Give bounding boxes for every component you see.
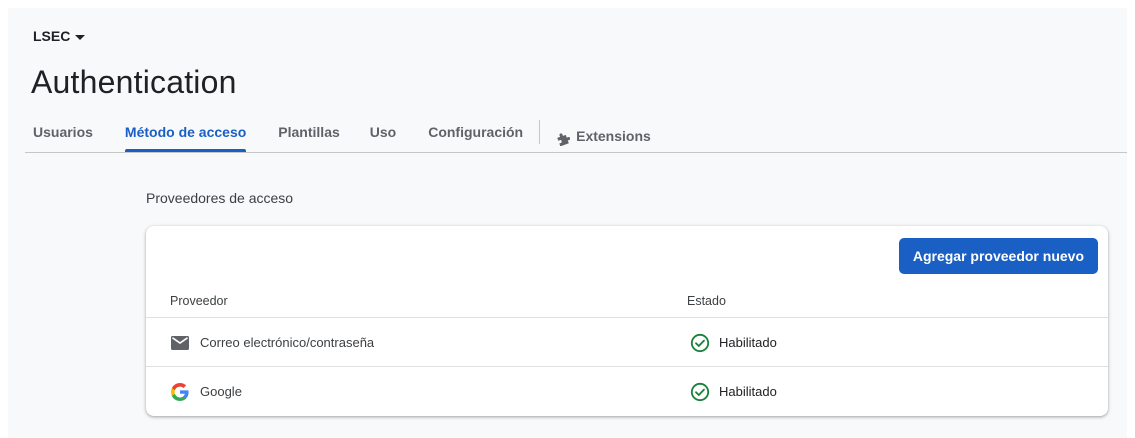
status-text: Habilitado: [719, 335, 777, 350]
status-cell: Habilitado: [690, 318, 777, 367]
providers-card: Agregar proveedor nuevo Proveedor Estado…: [146, 226, 1108, 416]
tab-settings[interactable]: Configuración: [428, 120, 523, 152]
add-provider-button[interactable]: Agregar proveedor nuevo: [898, 238, 1098, 274]
tab-sign-in-method[interactable]: Método de acceso: [124, 120, 247, 152]
column-header-provider: Proveedor: [170, 294, 228, 308]
provider-cell: Correo electrónico/contraseña: [170, 318, 374, 367]
tab-templates[interactable]: Plantillas: [278, 120, 339, 152]
google-icon: [170, 382, 190, 402]
project-name: LSEC: [33, 28, 71, 44]
section-title: Proveedores de acceso: [146, 190, 294, 206]
tab-users[interactable]: Usuarios: [33, 120, 93, 152]
status-text: Habilitado: [719, 384, 777, 399]
provider-name: Google: [200, 384, 242, 399]
project-selector[interactable]: LSEC: [33, 28, 86, 44]
tab-extensions[interactable]: Extensions: [556, 120, 651, 152]
tab-extensions-label: Extensions: [576, 128, 651, 144]
provider-row-google[interactable]: Google Habilitado: [146, 366, 1108, 415]
tab-bar-divider: [25, 152, 1127, 153]
check-circle-icon: [690, 382, 710, 402]
tab-bar: Usuarios Método de acceso Plantillas Uso…: [33, 120, 651, 152]
check-circle-icon: [690, 333, 710, 353]
puzzle-icon: [556, 129, 571, 147]
tab-usage[interactable]: Uso: [370, 120, 396, 152]
caret-down-icon: [75, 34, 86, 40]
provider-row-email[interactable]: Correo electrónico/contraseña Habilitado: [146, 317, 1108, 366]
page-title: Authentication: [31, 64, 237, 100]
tab-divider: [539, 120, 541, 144]
column-header-status: Estado: [687, 294, 726, 308]
provider-cell: Google: [170, 367, 242, 416]
email-icon: [170, 333, 190, 353]
status-cell: Habilitado: [690, 367, 777, 416]
provider-name: Correo electrónico/contraseña: [200, 335, 375, 350]
